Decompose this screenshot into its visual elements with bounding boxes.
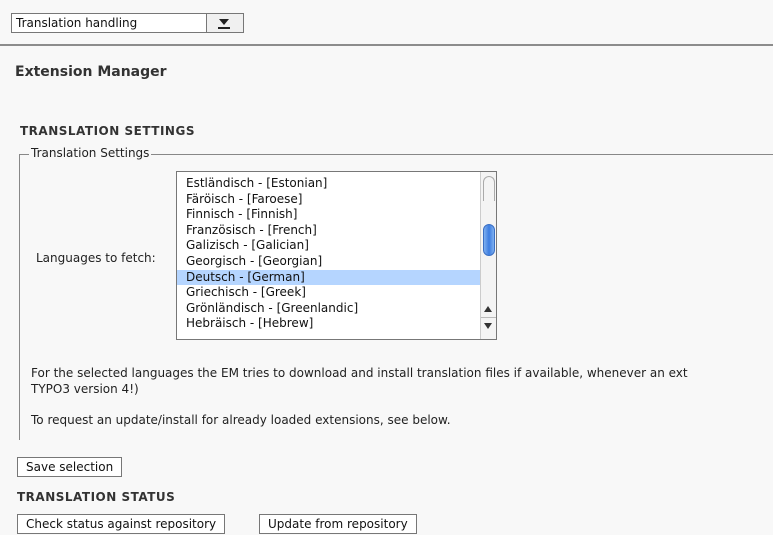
scroll-up-icon[interactable] bbox=[484, 306, 492, 312]
top-divider bbox=[0, 44, 773, 46]
languages-label: Languages to fetch: bbox=[36, 251, 156, 265]
page-title: Extension Manager bbox=[15, 64, 167, 80]
scroll-arrow-divider bbox=[481, 317, 496, 318]
listbox-scrollbar[interactable] bbox=[480, 172, 496, 339]
language-option[interactable]: Deutsch - [German] bbox=[177, 269, 484, 285]
language-option[interactable]: Estländisch - [Estonian] bbox=[177, 176, 484, 191]
scroll-thumb[interactable] bbox=[483, 224, 495, 256]
language-option[interactable]: Finnisch - [Finnish] bbox=[177, 207, 484, 222]
top-bar: Translation handling bbox=[0, 0, 773, 44]
language-option[interactable]: Grönländisch - [Greenlandic] bbox=[177, 301, 484, 316]
chevron-down-icon bbox=[219, 19, 229, 25]
function-menu-value: Translation handling bbox=[16, 16, 138, 30]
languages-listbox[interactable]: Hebräisch - [Hebrew] Grönländisch - [Gree… bbox=[176, 171, 497, 340]
scroll-down-icon[interactable] bbox=[484, 323, 492, 329]
function-menu-dropdown-button[interactable] bbox=[206, 13, 244, 33]
save-selection-button[interactable]: Save selection bbox=[17, 457, 123, 477]
scroll-track-top bbox=[483, 176, 495, 201]
translation-status-heading: TRANSLATION STATUS bbox=[17, 490, 176, 504]
language-option[interactable]: Georgisch - [Georgian] bbox=[177, 254, 484, 269]
fieldset-legend: Translation Settings bbox=[29, 146, 152, 160]
description-line-3: To request an update/install for already… bbox=[31, 413, 451, 427]
language-option[interactable]: Griechisch - [Greek] bbox=[177, 285, 484, 300]
update-from-repository-button[interactable]: Update from repository bbox=[259, 514, 417, 534]
language-option[interactable]: Galizisch - [Galician] bbox=[177, 238, 484, 253]
dropdown-bar-icon bbox=[218, 27, 230, 29]
check-status-button[interactable]: Check status against repository bbox=[17, 514, 226, 534]
translation-settings-heading: TRANSLATION SETTINGS bbox=[20, 124, 195, 138]
language-option[interactable]: Hebräisch - [Hebrew] bbox=[177, 316, 484, 331]
description-line-2: TYPO3 version 4!) bbox=[31, 382, 139, 396]
language-option[interactable]: Französisch - [French] bbox=[177, 223, 484, 238]
description-line-1: For the selected languages the EM tries … bbox=[31, 366, 688, 380]
language-option[interactable]: Färöisch - [Faroese] bbox=[177, 192, 484, 207]
